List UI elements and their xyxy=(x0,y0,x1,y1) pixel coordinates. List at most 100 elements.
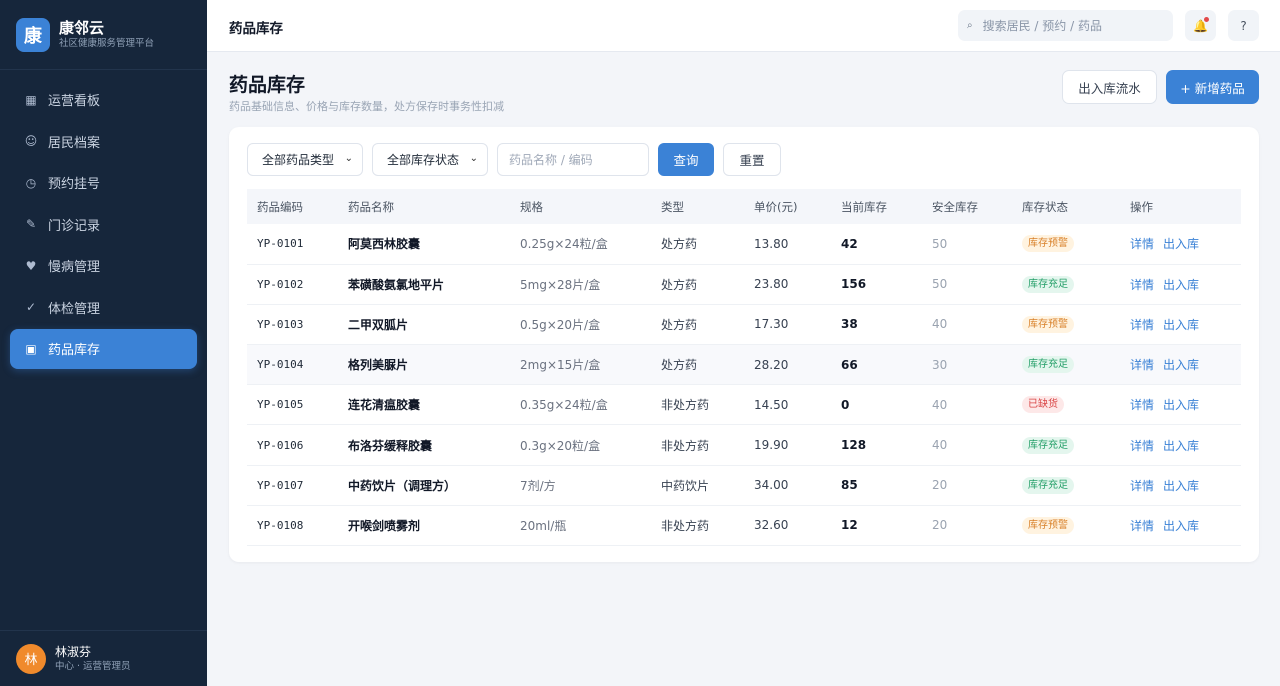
smile-icon: ☺ xyxy=(24,134,38,148)
table-header: 药品编码 药品名称 规格 类型 单价(元) 当前库存 安全库存 库存状态 操作 xyxy=(247,189,1241,224)
price-cell: 34.00 xyxy=(754,478,789,493)
stock-io-link[interactable]: 出入库 xyxy=(1163,439,1199,453)
table-body: YP-0101 阿莫西林胶囊 0.25g×24粒/盒 处方药 13.80 42 50 库存预警… xyxy=(247,224,1241,546)
help-icon: ? xyxy=(1240,18,1247,33)
drug-code-cell: YP-0102 xyxy=(257,277,304,291)
drug-code-cell: YP-0105 xyxy=(257,398,304,412)
type-cell: 非处方药 xyxy=(661,438,710,453)
sidebar-item-label: 门诊记录 xyxy=(48,218,101,234)
actions-cell: 详情 出入库 xyxy=(1120,465,1241,505)
drug-name-cell: 阿莫西林胶囊 xyxy=(348,237,421,252)
sidebar-item-label: 居民档案 xyxy=(48,135,101,151)
status-badge: 库存充足 xyxy=(1022,476,1074,494)
type-cell: 处方药 xyxy=(661,237,698,252)
detail-link[interactable]: 详情 xyxy=(1130,318,1154,332)
notification-button[interactable]: 🔔 xyxy=(1185,10,1216,41)
detail-link[interactable]: 详情 xyxy=(1130,439,1154,453)
current-stock-cell: 128 xyxy=(841,438,867,453)
drug-code-cell: YP-0103 xyxy=(257,317,304,331)
drug-code-cell: YP-0108 xyxy=(257,518,304,532)
current-stock-cell: 85 xyxy=(841,478,858,493)
column-header: 库存状态 xyxy=(1022,199,1068,214)
actions-cell: 详情 出入库 xyxy=(1120,264,1241,304)
stock-io-link[interactable]: 出入库 xyxy=(1163,318,1199,332)
detail-link[interactable]: 详情 xyxy=(1130,358,1154,372)
detail-link[interactable]: 详情 xyxy=(1130,479,1154,493)
status-badge: 库存充足 xyxy=(1022,436,1074,454)
drug-type-select[interactable]: 全部药品类型 ⌄ xyxy=(247,143,363,176)
stock-io-link[interactable]: 出入库 xyxy=(1163,479,1199,493)
stock-status-select[interactable]: 全部库存状态 ⌄ xyxy=(372,143,488,176)
drug-type-select-value: 全部药品类型 xyxy=(262,153,335,167)
price-cell: 28.20 xyxy=(754,357,789,372)
sidebar-item-3[interactable]: ✎ 门诊记录 xyxy=(10,204,197,244)
column-header: 当前库存 xyxy=(841,199,887,214)
current-stock-cell: 156 xyxy=(841,277,867,292)
detail-link[interactable]: 详情 xyxy=(1130,278,1154,292)
table-row[interactable]: YP-0103 二甲双胍片 0.5g×20片/盒 处方药 17.30 38 40 库存预警 详情… xyxy=(247,304,1241,345)
table-row[interactable]: YP-0101 阿莫西林胶囊 0.25g×24粒/盒 处方药 13.80 42 50 库存预警… xyxy=(247,224,1241,265)
table-row[interactable]: YP-0104 格列美脲片 2mg×15片/盒 处方药 28.20 66 30 库存充足 详情出… xyxy=(247,344,1241,385)
search-icon: ⌕ xyxy=(967,20,973,31)
sidebar-nav: ▦ 运营看板 ☺ 居民档案 ◷ 预约挂号 ✎ 门诊记录 ♥ 慢病管理 ✓ 体检管理 ▣ 药品库存 xyxy=(0,70,207,369)
status-badge: 库存预警 xyxy=(1022,516,1074,534)
detail-link[interactable]: 详情 xyxy=(1130,519,1154,533)
box-icon: ▣ xyxy=(25,341,37,356)
table-row[interactable]: YP-0105 连花清瘟胶囊 0.35g×24粒/盒 非处方药 14.50 0 40 已缺货 详… xyxy=(247,385,1241,425)
sidebar-item-1[interactable]: ☺ 居民档案 xyxy=(10,121,197,161)
reset-button[interactable]: 重置 xyxy=(723,143,781,176)
stock-io-link[interactable]: 出入库 xyxy=(1163,519,1199,533)
sidebar-item-0[interactable]: ▦ 运营看板 xyxy=(10,80,197,120)
spec-cell: 0.25g×24粒/盒 xyxy=(520,237,608,252)
detail-link[interactable]: 详情 xyxy=(1130,237,1154,251)
spec-cell: 5mg×28片/盒 xyxy=(520,277,601,292)
actions-cell: 详情 出入库 xyxy=(1120,345,1241,385)
type-cell: 中药饮片 xyxy=(661,478,710,493)
drug-name-cell: 开喉剑喷雾剂 xyxy=(348,518,421,533)
pen-icon: ✎ xyxy=(25,217,37,231)
safety-stock-cell: 50 xyxy=(932,236,948,251)
safety-stock-cell: 50 xyxy=(932,277,948,292)
stock-io-link[interactable]: 出入库 xyxy=(1163,278,1199,292)
status-cell: 库存充足 xyxy=(1012,345,1120,385)
notification-dot xyxy=(1204,17,1209,22)
current-stock-cell: 42 xyxy=(841,236,858,251)
table-row[interactable]: YP-0108 开喉剑喷雾剂 20ml/瓶 非处方药 32.60 12 20 库存预警 详情 出入… xyxy=(247,505,1241,546)
sidebar-item-label: 药品库存 xyxy=(48,343,101,358)
sidebar-item-6[interactable]: ▣ 药品库存 xyxy=(10,328,197,369)
drug-search-input[interactable] xyxy=(497,143,649,176)
status-badge: 库存预警 xyxy=(1022,315,1074,333)
actions-cell: 详情 出入库 xyxy=(1120,304,1241,344)
topbar: 药品库存 ⌕ 搜索居民 / 预约 / 药品 🔔 ? xyxy=(207,0,1280,52)
status-cell: 库存充足 xyxy=(1012,425,1120,465)
stock-io-link[interactable]: 出入库 xyxy=(1163,237,1199,251)
table-row[interactable]: YP-0106 布洛芬缓释胶囊 0.3g×20粒/盒 非处方药 19.90 128 40 库存… xyxy=(247,425,1241,466)
sidebar-item-4[interactable]: ♥ 慢病管理 xyxy=(10,246,197,286)
sidebar-item-label: 预约挂号 xyxy=(48,177,101,192)
stock-flow-button[interactable]: 出入库流水 xyxy=(1062,70,1157,104)
safety-stock-cell: 30 xyxy=(932,357,948,372)
user-profile[interactable]: 林 林淑芬 中心 · 运营管理员 xyxy=(0,630,207,686)
price-cell: 13.80 xyxy=(754,236,789,251)
safety-stock-cell: 40 xyxy=(932,397,948,412)
column-header: 药品编码 xyxy=(257,199,303,214)
status-cell: 库存充足 xyxy=(1012,465,1120,505)
brand-name: 康邻云 xyxy=(59,19,105,37)
brand-logo: 康 xyxy=(16,17,50,52)
drug-code-cell: YP-0101 xyxy=(257,237,304,251)
sidebar-item-5[interactable]: ✓ 体检管理 xyxy=(10,287,197,327)
avatar: 林 xyxy=(16,643,46,674)
global-search[interactable]: ⌕ 搜索居民 / 预约 / 药品 xyxy=(958,10,1173,41)
stock-io-link[interactable]: 出入库 xyxy=(1163,398,1199,412)
detail-link[interactable]: 详情 xyxy=(1130,398,1154,412)
table-row[interactable]: YP-0107 中药饮片（调理方） 7剂/方 中药饮片 34.00 85 20 库存充足 详情出… xyxy=(247,465,1241,506)
page-title: 药品库存 xyxy=(229,74,306,96)
table-row[interactable]: YP-0102 苯磺酸氨氯地平片 5mg×28片/盒 处方药 23.80 156 50 库存充… xyxy=(247,264,1241,305)
help-button[interactable]: ? xyxy=(1228,10,1259,41)
drug-name-cell: 苯磺酸氨氯地平片 xyxy=(348,277,445,292)
query-button[interactable]: 查询 xyxy=(658,143,714,176)
stock-io-link[interactable]: 出入库 xyxy=(1163,358,1199,372)
add-drug-button[interactable]: + 新增药品 xyxy=(1166,70,1259,104)
drug-name-cell: 二甲双胍片 xyxy=(348,317,409,332)
sidebar-item-2[interactable]: ◷ 预约挂号 xyxy=(10,163,197,203)
